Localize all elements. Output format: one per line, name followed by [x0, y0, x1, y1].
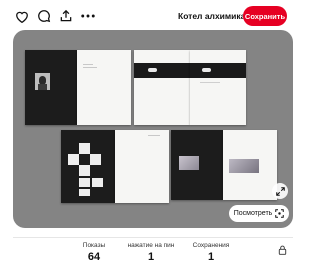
visual-search-icon	[275, 209, 285, 218]
book-page	[134, 50, 190, 125]
book-page	[190, 50, 246, 125]
share-icon[interactable]	[58, 8, 74, 24]
stat-label: Показы	[82, 242, 106, 249]
stat-value: 1	[147, 251, 155, 263]
book-page	[25, 50, 77, 125]
more-icon[interactable]	[80, 8, 96, 24]
stat-label: Сохранения	[192, 242, 230, 249]
lock-icon	[278, 242, 287, 255]
stat-value: 1	[207, 251, 215, 263]
view-button-label: Посмотреть	[233, 210, 273, 217]
portrait-photo	[35, 73, 50, 90]
stat-pin-clicks: нажатие на пин 1	[126, 242, 176, 263]
expand-icon[interactable]	[272, 183, 288, 199]
book-page	[223, 130, 277, 200]
save-button[interactable]: Сохранить	[243, 6, 287, 26]
pin-toolbar: Котел алхимика Сохранить	[0, 0, 300, 32]
comment-icon[interactable]	[36, 8, 52, 24]
stat-value: 64	[87, 251, 101, 263]
stat-saves: Сохранения 1	[191, 242, 231, 263]
photo	[229, 159, 259, 173]
book-page	[61, 130, 115, 203]
book-page	[115, 130, 169, 203]
view-button[interactable]: Посмотреть	[229, 205, 289, 222]
book-page	[77, 50, 131, 125]
stat-impressions: Показы 64	[79, 242, 109, 263]
board-name: Котел алхимика	[178, 11, 246, 21]
book-page	[171, 130, 223, 200]
heart-icon[interactable]	[14, 8, 30, 24]
photo	[179, 156, 199, 170]
pin-image[interactable]	[13, 30, 293, 228]
stat-label: нажатие на пин	[127, 242, 175, 249]
pin-stats: Показы 64 нажатие на пин 1 Сохранения 1	[13, 237, 293, 274]
